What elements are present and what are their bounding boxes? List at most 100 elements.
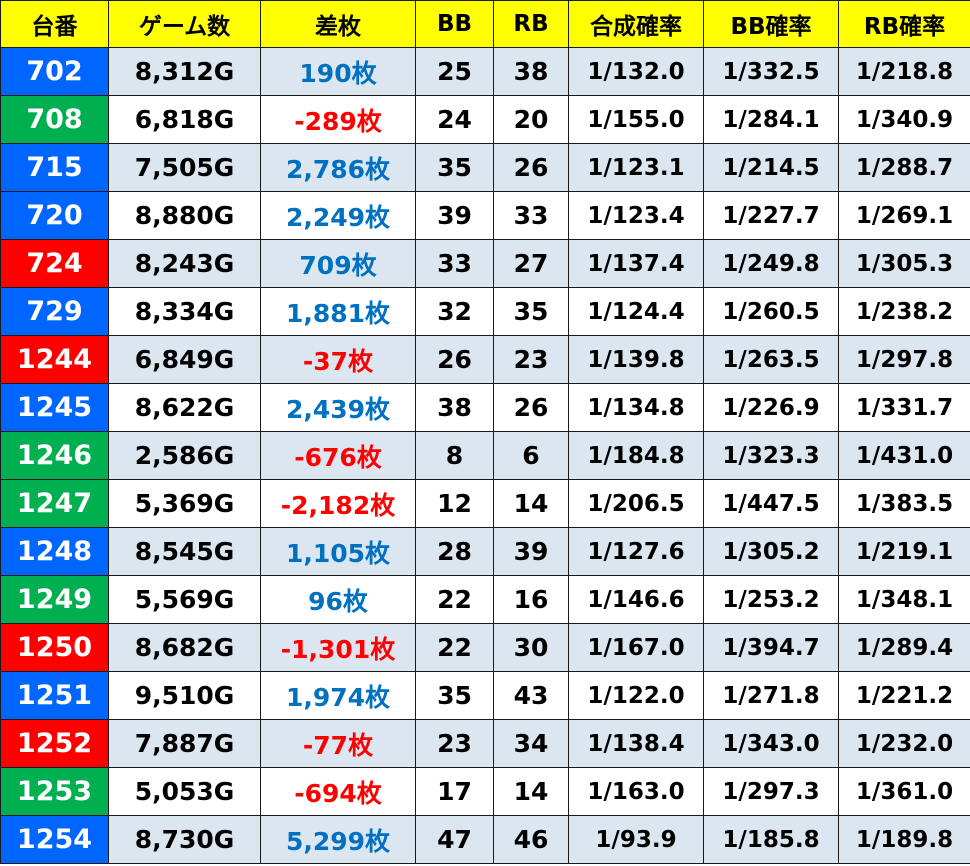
- header-rb-probability: RB確率: [838, 0, 970, 48]
- rb-probability-cell: 1/361.0: [838, 767, 970, 816]
- rb-probability-cell: 1/431.0: [838, 431, 970, 480]
- machine-number-cell: 708: [0, 95, 109, 144]
- bb-probability-cell: 1/323.3: [703, 431, 839, 480]
- coin-difference-cell: 2,786枚: [260, 143, 416, 192]
- bb-count-cell: 32: [415, 287, 494, 336]
- combined-probability-cell: 1/167.0: [568, 623, 704, 672]
- bb-count-cell: 47: [415, 815, 494, 864]
- combined-probability-cell: 1/139.8: [568, 335, 704, 384]
- bb-probability-cell: 1/394.7: [703, 623, 839, 672]
- machine-number-cell: 1249: [0, 575, 109, 624]
- rb-count-cell: 23: [493, 335, 569, 384]
- machine-number-cell: 1246: [0, 431, 109, 480]
- bb-count-cell: 23: [415, 719, 494, 768]
- table-row: 1248 8,545G 1,105枚 28 39 1/127.6 1/305.2 1/219.…: [0, 527, 970, 576]
- header-rb: RB: [493, 0, 569, 48]
- rb-count-cell: 26: [493, 143, 569, 192]
- coin-difference-cell: -289枚: [260, 95, 416, 144]
- game-count-cell: 6,818G: [108, 95, 261, 144]
- machine-number-cell: 1248: [0, 527, 109, 576]
- machine-number-cell: 1250: [0, 623, 109, 672]
- bb-count-cell: 26: [415, 335, 494, 384]
- game-count-cell: 8,243G: [108, 239, 261, 288]
- rb-count-cell: 26: [493, 383, 569, 432]
- bb-count-cell: 25: [415, 47, 494, 96]
- bb-probability-cell: 1/297.3: [703, 767, 839, 816]
- machine-number-cell: 1253: [0, 767, 109, 816]
- machine-number-cell: 1244: [0, 335, 109, 384]
- rb-count-cell: 30: [493, 623, 569, 672]
- bb-count-cell: 22: [415, 575, 494, 624]
- combined-probability-cell: 1/134.8: [568, 383, 704, 432]
- combined-probability-cell: 1/137.4: [568, 239, 704, 288]
- header-combined-probability: 合成確率: [568, 0, 704, 48]
- bb-probability-cell: 1/263.5: [703, 335, 839, 384]
- game-count-cell: 8,545G: [108, 527, 261, 576]
- rb-probability-cell: 1/288.7: [838, 143, 970, 192]
- machine-number-cell: 715: [0, 143, 109, 192]
- rb-probability-cell: 1/348.1: [838, 575, 970, 624]
- game-count-cell: 8,312G: [108, 47, 261, 96]
- table-row: 1246 2,586G -676枚 8 6 1/184.8 1/323.3 1/431.0: [0, 431, 970, 480]
- coin-difference-cell: 1,974枚: [260, 671, 416, 720]
- machine-number-cell: 1247: [0, 479, 109, 528]
- combined-probability-cell: 1/123.1: [568, 143, 704, 192]
- rb-probability-cell: 1/218.8: [838, 47, 970, 96]
- rb-probability-cell: 1/221.2: [838, 671, 970, 720]
- combined-probability-cell: 1/138.4: [568, 719, 704, 768]
- rb-count-cell: 20: [493, 95, 569, 144]
- combined-probability-cell: 1/123.4: [568, 191, 704, 240]
- game-count-cell: 8,880G: [108, 191, 261, 240]
- combined-probability-cell: 1/132.0: [568, 47, 704, 96]
- bb-count-cell: 8: [415, 431, 494, 480]
- bb-probability-cell: 1/227.7: [703, 191, 839, 240]
- rb-probability-cell: 1/269.1: [838, 191, 970, 240]
- combined-probability-cell: 1/146.6: [568, 575, 704, 624]
- header-game-count: ゲーム数: [108, 0, 261, 48]
- game-count-cell: 2,586G: [108, 431, 261, 480]
- table-row: 729 8,334G 1,881枚 32 35 1/124.4 1/260.5 1/238.2: [0, 287, 970, 336]
- game-count-cell: 8,334G: [108, 287, 261, 336]
- combined-probability-cell: 1/163.0: [568, 767, 704, 816]
- machine-number-cell: 724: [0, 239, 109, 288]
- bb-probability-cell: 1/253.2: [703, 575, 839, 624]
- rb-count-cell: 14: [493, 767, 569, 816]
- table-row: 1249 5,569G 96枚 22 16 1/146.6 1/253.2 1/348.1: [0, 575, 970, 624]
- bb-count-cell: 38: [415, 383, 494, 432]
- bb-probability-cell: 1/226.9: [703, 383, 839, 432]
- coin-difference-cell: -694枚: [260, 767, 416, 816]
- rb-count-cell: 35: [493, 287, 569, 336]
- rb-probability-cell: 1/297.8: [838, 335, 970, 384]
- combined-probability-cell: 1/93.9: [568, 815, 704, 864]
- machine-number-cell: 729: [0, 287, 109, 336]
- rb-count-cell: 46: [493, 815, 569, 864]
- header-coin-difference: 差枚: [260, 0, 416, 48]
- coin-difference-cell: -1,301枚: [260, 623, 416, 672]
- bb-probability-cell: 1/214.5: [703, 143, 839, 192]
- combined-probability-cell: 1/127.6: [568, 527, 704, 576]
- combined-probability-cell: 1/206.5: [568, 479, 704, 528]
- game-count-cell: 8,730G: [108, 815, 261, 864]
- table-row: 1244 6,849G -37枚 26 23 1/139.8 1/263.5 1/297.8: [0, 335, 970, 384]
- rb-count-cell: 14: [493, 479, 569, 528]
- table-row: 1250 8,682G -1,301枚 22 30 1/167.0 1/394.7 1/289…: [0, 623, 970, 672]
- rb-probability-cell: 1/238.2: [838, 287, 970, 336]
- header-bb-probability: BB確率: [703, 0, 839, 48]
- combined-probability-cell: 1/155.0: [568, 95, 704, 144]
- table-row: 1251 9,510G 1,974枚 35 43 1/122.0 1/271.8 1/221.…: [0, 671, 970, 720]
- bb-count-cell: 35: [415, 143, 494, 192]
- header-machine-number: 台番: [0, 0, 109, 48]
- coin-difference-cell: 2,249枚: [260, 191, 416, 240]
- combined-probability-cell: 1/122.0: [568, 671, 704, 720]
- game-count-cell: 5,569G: [108, 575, 261, 624]
- coin-difference-cell: 709枚: [260, 239, 416, 288]
- bb-probability-cell: 1/260.5: [703, 287, 839, 336]
- coin-difference-cell: -37枚: [260, 335, 416, 384]
- coin-difference-cell: 96枚: [260, 575, 416, 624]
- coin-difference-cell: 2,439枚: [260, 383, 416, 432]
- rb-count-cell: 6: [493, 431, 569, 480]
- table-row: 708 6,818G -289枚 24 20 1/155.0 1/284.1 1/340.9: [0, 95, 970, 144]
- coin-difference-cell: -77枚: [260, 719, 416, 768]
- rb-probability-cell: 1/305.3: [838, 239, 970, 288]
- bb-probability-cell: 1/249.8: [703, 239, 839, 288]
